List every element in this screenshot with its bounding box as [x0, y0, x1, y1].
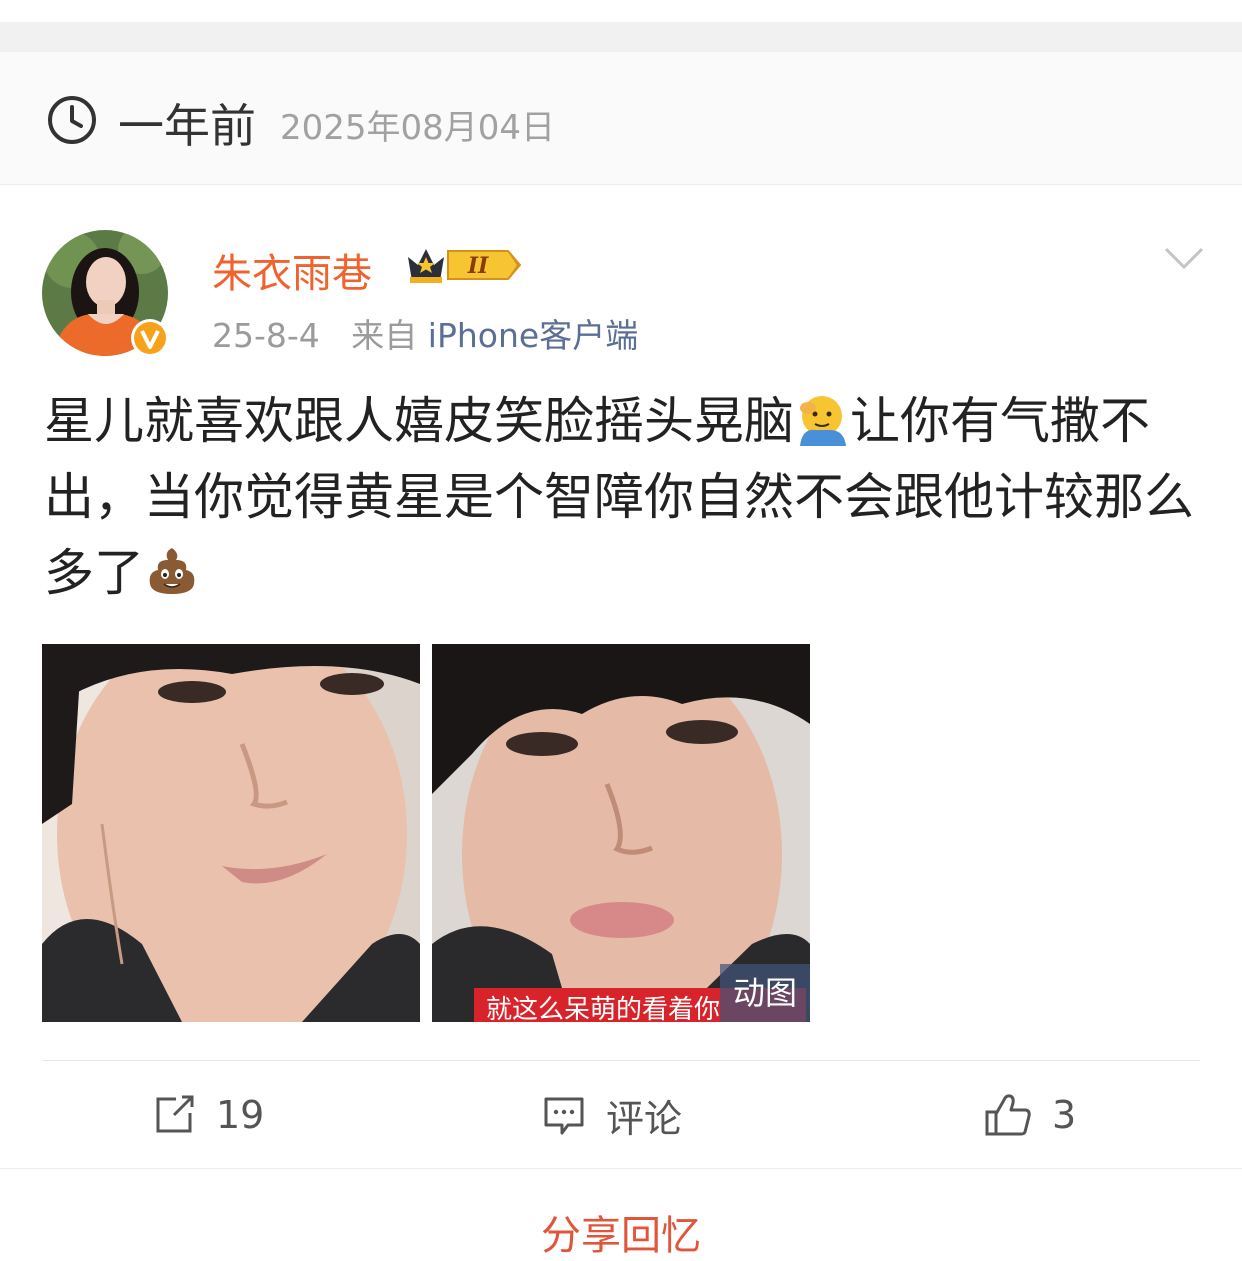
- chevron-down-icon[interactable]: [1162, 243, 1206, 273]
- action-divider: [42, 1060, 1200, 1061]
- like-count: 3: [1052, 1093, 1077, 1137]
- post-time: 25-8-4: [212, 316, 320, 355]
- share-memory-area: 分享回忆: [0, 1168, 1242, 1259]
- post-meta: 25-8-4 来自 iPhone客户端: [212, 309, 638, 357]
- repost-button[interactable]: 19: [152, 1090, 264, 1140]
- vip-crown-badge-icon[interactable]: II: [404, 243, 526, 287]
- memory-header: 一年前 2025年08月04日: [0, 52, 1242, 185]
- post-image[interactable]: [42, 644, 420, 1022]
- poop-emoji-icon: [149, 548, 195, 594]
- comment-icon: [544, 1097, 584, 1135]
- repost-icon: [156, 1095, 194, 1133]
- like-button[interactable]: 3: [984, 1090, 1076, 1140]
- author-avatar[interactable]: [42, 230, 169, 357]
- section-gap: [0, 22, 1242, 52]
- facepalm-emoji-icon: [800, 396, 846, 446]
- repost-count: 19: [216, 1093, 265, 1137]
- source-prefix: 来自: [351, 316, 418, 355]
- svg-text:II: II: [467, 253, 489, 279]
- verified-badge-icon: [131, 319, 169, 357]
- memory-ago: 一年前: [118, 99, 256, 153]
- share-memory-button[interactable]: 分享回忆: [0, 1203, 1242, 1261]
- comment-button[interactable]: 评论: [542, 1090, 683, 1141]
- clock-icon: [48, 96, 96, 144]
- memory-date: 2025年08月04日: [280, 108, 556, 148]
- comment-label: 评论: [606, 1096, 683, 1141]
- author-name[interactable]: 朱衣雨巷: [212, 241, 372, 299]
- post-source[interactable]: iPhone客户端: [428, 316, 638, 355]
- post-text-part1: 星儿就喜欢跟人嬉皮笑脸摇头晃脑: [44, 392, 794, 450]
- gif-badge: 动图: [720, 964, 810, 1022]
- post-text: 星儿就喜欢跟人嬉皮笑脸摇头晃脑 让你有气撒不出，当你觉得黄星是个智障你自然不会跟…: [44, 383, 1204, 611]
- weibo-post-card[interactable]: 朱衣雨巷 II 25-8-4 来自 iPhone客户端 星儿就喜欢跟人嬉皮笑脸摇…: [0, 185, 1242, 1167]
- post-gif-image[interactable]: 就这么呆萌的看着你 动图: [432, 644, 810, 1022]
- thumbs-up-icon: [985, 1094, 1031, 1136]
- top-bar: [0, 0, 1242, 22]
